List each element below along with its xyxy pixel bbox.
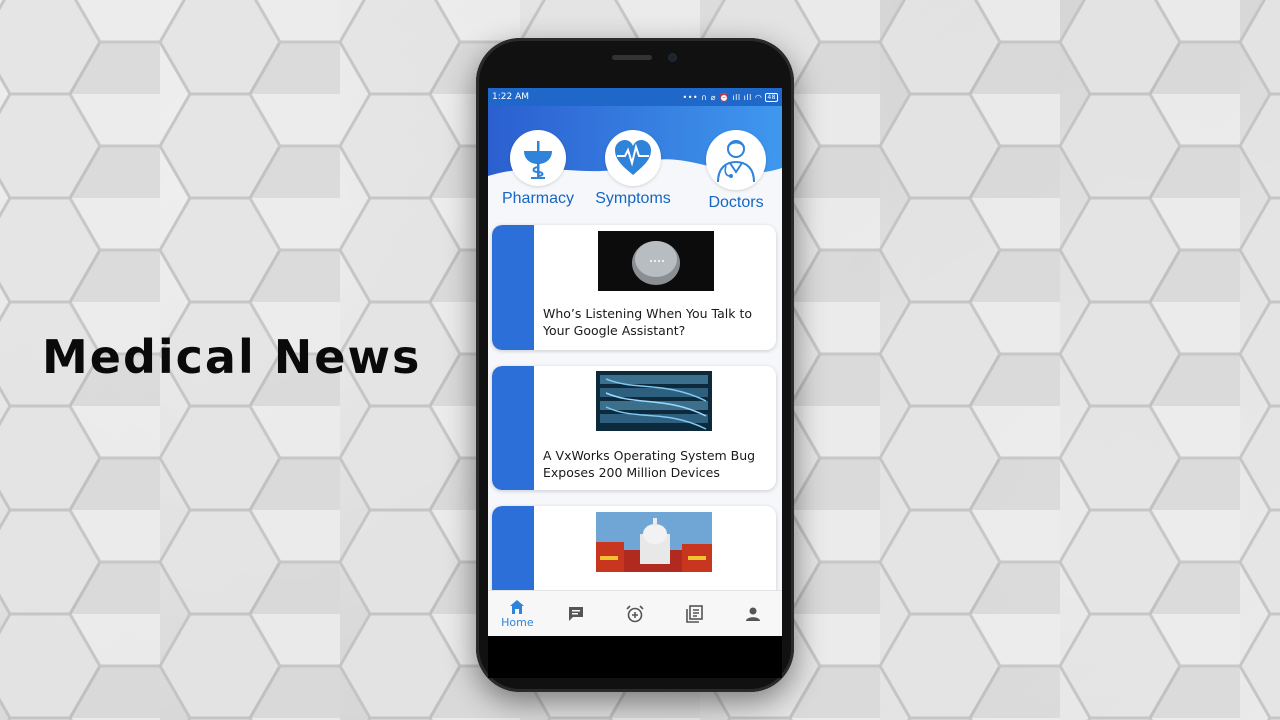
server-rack-image [596, 371, 712, 431]
status-indicators: ••• ∩ ⌀ ⏰ ıll ıll ◠ [682, 92, 763, 102]
nav-library[interactable] [668, 604, 720, 623]
status-icons: ••• ∩ ⌀ ⏰ ıll ıll ◠ 48 [682, 92, 778, 102]
category-symptoms-circle [605, 130, 661, 186]
smart-speaker-image [598, 231, 714, 291]
card-accent-bar [492, 366, 534, 490]
category-pharmacy-circle [510, 130, 566, 186]
category-doctors[interactable]: Doctors [694, 130, 778, 212]
heart-pulse-icon [615, 140, 651, 175]
phone-speaker [612, 55, 652, 60]
nav-profile[interactable] [727, 606, 779, 622]
battery-icon: 48 [765, 92, 778, 102]
category-symptoms-label: Symptoms [595, 190, 671, 207]
news-card-title: Who’s Listening When You Talk to Your Go… [543, 306, 753, 338]
category-pharmacy[interactable]: Pharmacy [496, 130, 580, 208]
nav-chat[interactable] [550, 605, 602, 623]
news-card[interactable]: Who’s Listening When You Talk to Your Go… [492, 225, 776, 350]
category-symptoms[interactable]: Symptoms [590, 130, 676, 208]
capitol-building-image [596, 512, 712, 572]
doctor-icon [717, 140, 755, 183]
status-bar: 1:22 AM ••• ∩ ⌀ ⏰ ıll ıll ◠ 48 [488, 88, 782, 106]
phone-camera [668, 53, 677, 62]
nav-home[interactable]: Home [491, 599, 543, 629]
alarm-icon [626, 604, 644, 622]
page-headline: Medical News [42, 330, 422, 384]
category-doctors-circle [706, 130, 766, 190]
category-doctors-label: Doctors [708, 194, 764, 211]
nav-alarm[interactable] [609, 604, 661, 623]
phone-bottom-bezel [488, 636, 782, 678]
bottom-navigation: Home [488, 590, 782, 636]
nav-home-label: Home [501, 615, 534, 629]
profile-icon [745, 607, 760, 621]
app-screen: 1:22 AM ••• ∩ ⌀ ⏰ ıll ıll ◠ 48 Pharmacy [488, 88, 782, 636]
home-icon [510, 599, 525, 614]
card-accent-bar [492, 225, 534, 350]
news-card-title: A VxWorks Operating System Bug Exposes 2… [543, 448, 756, 480]
pharmacy-bowl-icon [524, 141, 552, 179]
library-icon [685, 604, 703, 623]
chat-icon [569, 606, 584, 621]
status-time: 1:22 AM [492, 92, 529, 102]
news-card[interactable]: A VxWorks Operating System Bug Exposes 2… [492, 366, 776, 490]
category-pharmacy-label: Pharmacy [501, 190, 575, 207]
